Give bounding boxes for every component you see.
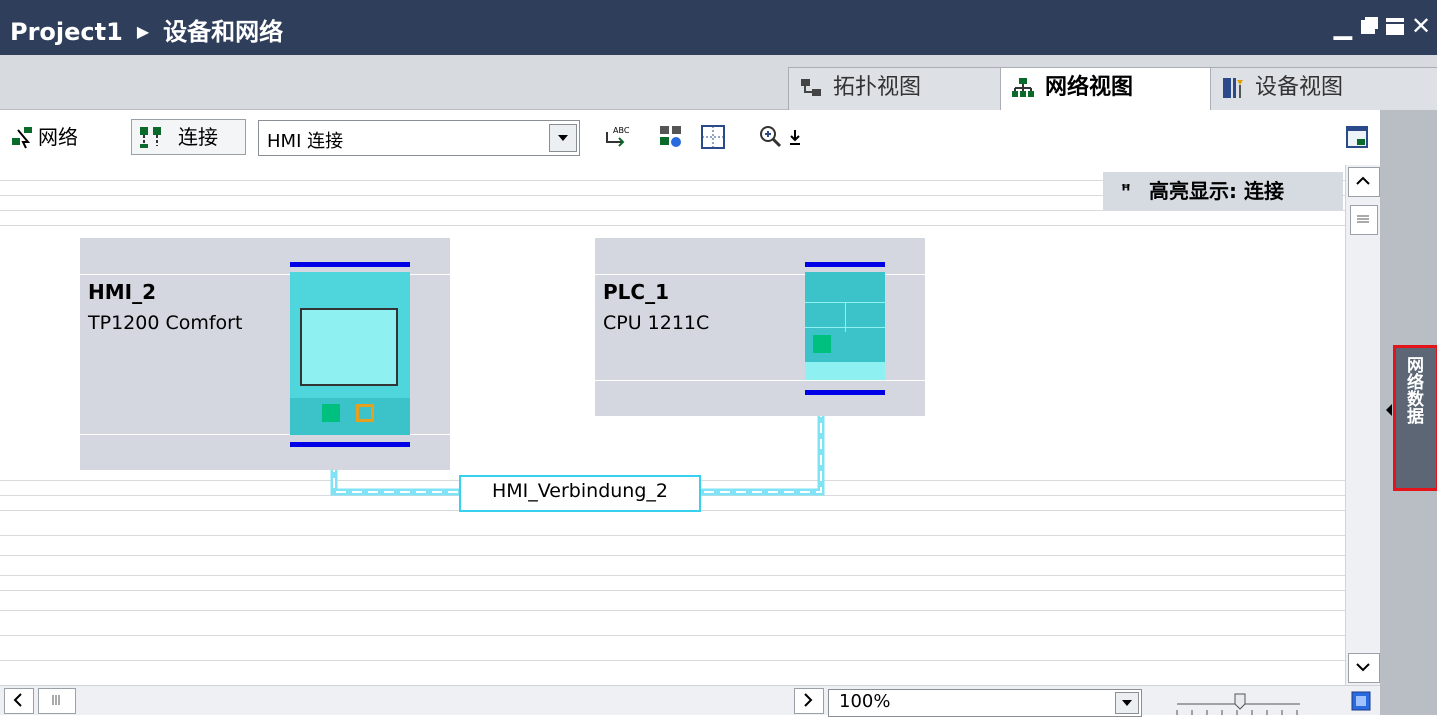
- device-type: CPU 1211C: [603, 312, 710, 334]
- float-window-icon[interactable]: [1356, 12, 1382, 40]
- scroll-up-button[interactable]: [1348, 167, 1380, 197]
- close-icon[interactable]: ✕: [1408, 12, 1434, 40]
- profinet-bus-hmi-lower: [290, 442, 410, 447]
- profinet-bus-plc-lower: [805, 390, 885, 395]
- scroll-right-button[interactable]: [794, 688, 824, 714]
- plc-cpu-icon[interactable]: [805, 272, 885, 380]
- connection-label[interactable]: HMI_Verbindung_2: [459, 475, 701, 512]
- device-type: TP1200 Comfort: [88, 312, 243, 334]
- hmi-panel-icon[interactable]: [290, 272, 410, 435]
- hscroll-thumb[interactable]: [38, 688, 76, 714]
- hmi-port-icon[interactable]: [322, 404, 340, 422]
- expand-panel-icon[interactable]: [1386, 404, 1392, 416]
- scroll-down-button[interactable]: [1348, 653, 1380, 683]
- scroll-thumb[interactable]: [1350, 205, 1378, 235]
- overview-icon[interactable]: [1348, 690, 1374, 714]
- scroll-left-button[interactable]: [4, 688, 34, 714]
- network-data-tab[interactable]: 网络数据: [1393, 345, 1437, 491]
- panel-toggle-icon[interactable]: [1345, 124, 1371, 150]
- device-name: HMI_2: [88, 280, 156, 304]
- zoom-select[interactable]: 100%: [828, 689, 1142, 717]
- vertical-scrollbar[interactable]: [1345, 165, 1380, 685]
- network-data-label: 网络数据: [1403, 356, 1423, 424]
- device-name: PLC_1: [603, 280, 669, 304]
- maximize-icon[interactable]: [1382, 12, 1408, 40]
- zoom-slider[interactable]: [1175, 690, 1305, 715]
- plc-port-icon[interactable]: [813, 335, 831, 353]
- hmi-port-icon[interactable]: [356, 404, 374, 422]
- chevron-down-icon[interactable]: [1115, 692, 1139, 714]
- profinet-bus-hmi: [290, 262, 410, 267]
- profinet-bus-plc: [805, 262, 885, 267]
- hmi-screen: [300, 308, 398, 386]
- zoom-value: 100%: [839, 691, 891, 712]
